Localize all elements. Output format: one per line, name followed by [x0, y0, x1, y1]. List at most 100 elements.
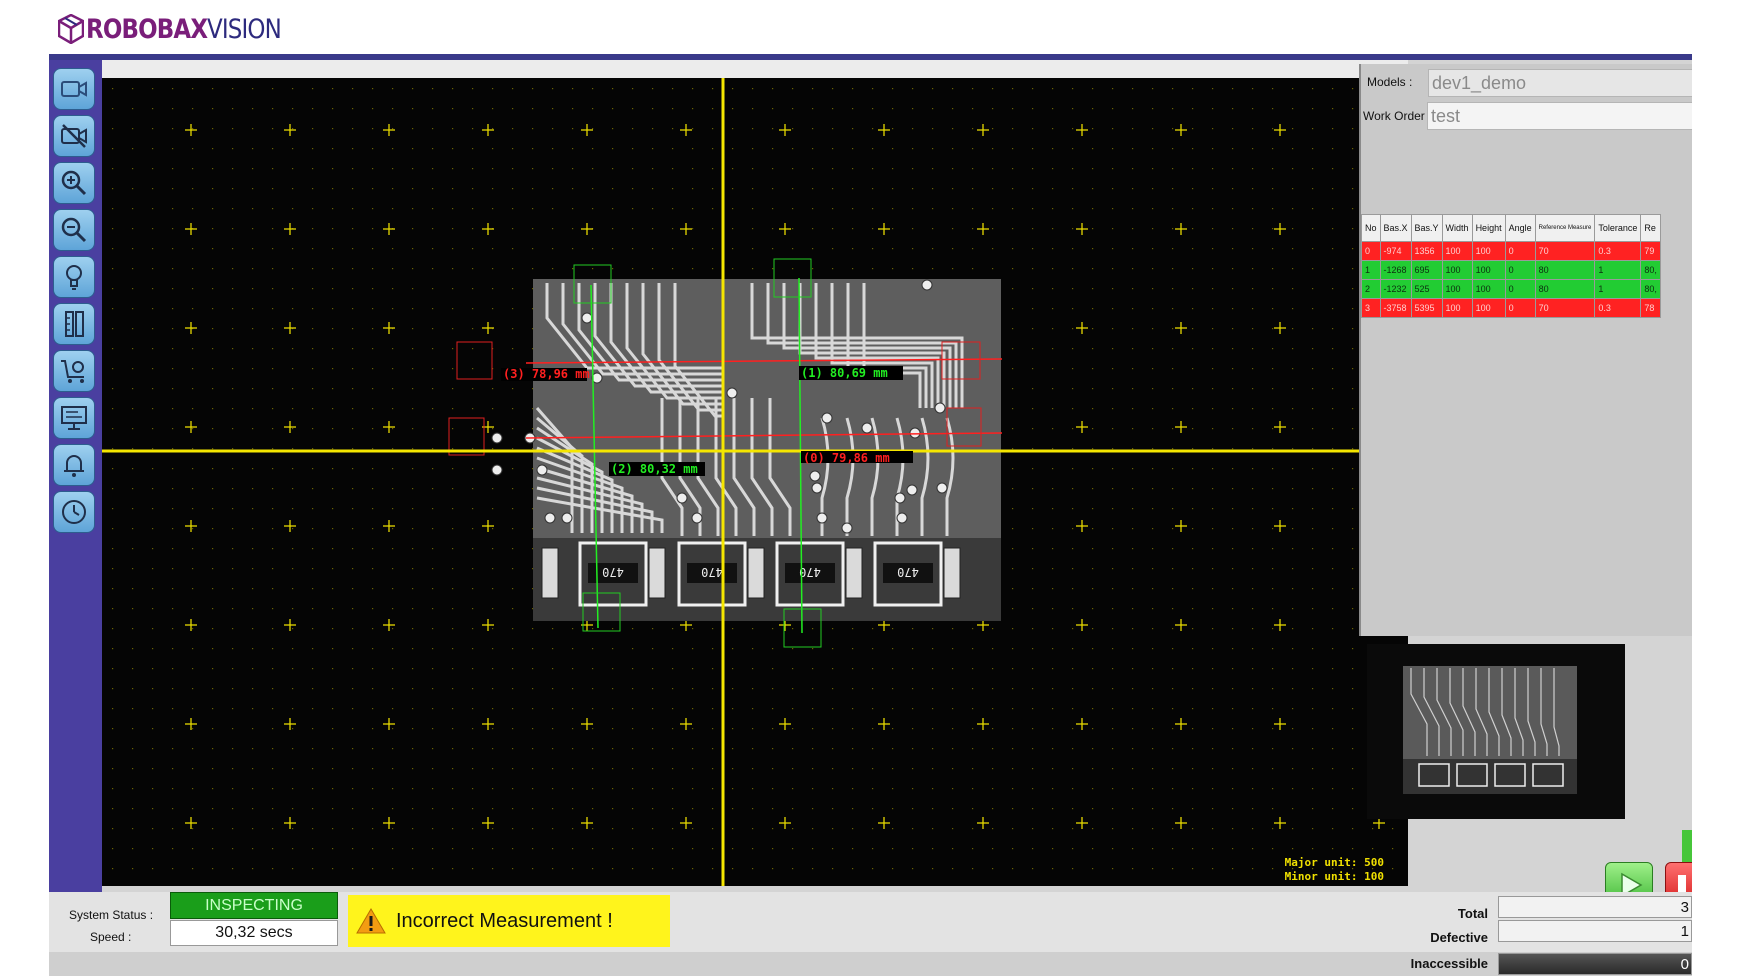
component-label: 470	[701, 565, 723, 579]
component-label: 470	[602, 565, 624, 579]
system-status-label: System Status :	[69, 908, 154, 922]
column-header[interactable]: Tolerance	[1594, 214, 1642, 242]
table-cell: 0.3	[1594, 298, 1642, 318]
table-cell: -1232	[1379, 279, 1412, 299]
camera-off-icon	[61, 124, 87, 148]
column-header[interactable]: Height	[1471, 214, 1506, 242]
column-header[interactable]: Re	[1640, 214, 1661, 242]
brand-suffix: VISION	[206, 13, 282, 45]
column-header[interactable]: Width	[1441, 214, 1473, 242]
speed-value: 30,32 secs	[170, 920, 338, 946]
inaccessible-label: Inaccessible	[1410, 956, 1488, 971]
monitor-button[interactable]	[53, 397, 95, 439]
zoom-out-icon	[61, 217, 87, 243]
component-label: 470	[897, 565, 919, 579]
history-button[interactable]	[53, 491, 95, 533]
cube-logo-icon	[58, 14, 84, 44]
table-row[interactable]: 2 -1232 525 100 100 0 80 1 80,	[1361, 279, 1661, 299]
total-value: 3	[1498, 896, 1692, 918]
table-cell: 0	[1361, 241, 1381, 261]
alert-banner: Incorrect Measurement !	[348, 895, 670, 947]
table-cell: 1	[1594, 279, 1642, 299]
warning-icon	[356, 908, 386, 934]
inspection-app: 470 470 470 470 (3) 78,96 mm (1) 80,69 m…	[49, 54, 1692, 976]
table-cell: 0	[1504, 260, 1536, 280]
table-cell: 100	[1471, 279, 1506, 299]
table-row[interactable]: 1 -1268 695 100 100 0 80 1 80,	[1361, 260, 1661, 280]
table-cell: 70	[1534, 298, 1596, 318]
table-cell: 1	[1594, 260, 1642, 280]
system-status-badge: INSPECTING	[170, 892, 338, 919]
light-button[interactable]	[53, 256, 95, 298]
monitor-icon	[61, 406, 87, 430]
table-row[interactable]: 3 -3758 5395 100 100 0 70 0.3 78	[1361, 298, 1661, 318]
table-cell: 80	[1534, 279, 1596, 299]
table-cell: 80	[1534, 260, 1596, 280]
table-cell: 2	[1361, 279, 1381, 299]
table-cell: -3758	[1379, 298, 1412, 318]
table-cell: -1268	[1379, 260, 1412, 280]
bottom-bar: Inaccessible 0	[49, 952, 1692, 976]
table-cell: 1356	[1410, 241, 1443, 261]
table-cell: 0	[1504, 241, 1536, 261]
table-cell: 100	[1471, 241, 1506, 261]
zoom-in-button[interactable]	[53, 162, 95, 204]
alert-text: Incorrect Measurement !	[396, 909, 613, 932]
camera-header-strip	[102, 60, 1408, 78]
total-label: Total	[1457, 906, 1488, 921]
camera-icon	[61, 81, 87, 97]
work-order-label: Work Order :	[1363, 109, 1432, 123]
measurement-table: No Bas.X Bas.Y Width Height Angle Reference Me…	[1361, 214, 1692, 318]
models-label: Models :	[1367, 75, 1413, 89]
table-cell: 100	[1471, 260, 1506, 280]
table-cell: 1	[1361, 260, 1381, 280]
measurement-label-0: (0) 79,86 mm	[803, 451, 890, 465]
column-header[interactable]: Bas.X	[1379, 214, 1412, 242]
ruler-button[interactable]	[53, 303, 95, 345]
column-header[interactable]: Reference Measure	[1534, 214, 1596, 242]
lightbulb-icon	[66, 265, 82, 290]
column-header[interactable]: Angle	[1504, 214, 1536, 242]
thumbnail-image	[1403, 666, 1577, 794]
brand-logo: ROBOBAX VISION	[58, 12, 294, 46]
cart-settings-button[interactable]	[53, 350, 95, 392]
table-cell: 0	[1504, 279, 1536, 299]
measurement-label-3: (3) 78,96 mm	[503, 367, 590, 381]
camera-view[interactable]: 470 470 470 470 (3) 78,96 mm (1) 80,69 m…	[102, 78, 1408, 886]
column-header[interactable]: Bas.Y	[1410, 214, 1443, 242]
table-cell: 525	[1410, 279, 1443, 299]
models-field[interactable]: dev1_demo	[1428, 69, 1692, 97]
scale-legend: Major unit: 500 Minor unit: 100	[1285, 856, 1384, 884]
table-cell: -974	[1379, 241, 1412, 261]
measurement-label-2: (2) 80,32 mm	[611, 462, 698, 476]
table-cell: 695	[1410, 260, 1443, 280]
speed-label: Speed :	[90, 930, 132, 944]
table-cell: 80,	[1640, 260, 1661, 280]
table-cell: 79	[1640, 241, 1661, 261]
minor-unit-text: Minor unit: 100	[1284, 870, 1384, 883]
table-row[interactable]: 0 -974 1356 100 100 0 70 0.3 79	[1361, 241, 1661, 261]
camera-overlay: 470 470 470 470 (3) 78,96 mm (1) 80,69 m…	[102, 78, 1408, 886]
table-cell: 70	[1534, 241, 1596, 261]
defective-value: 1	[1498, 920, 1692, 942]
table-cell: 100	[1471, 298, 1506, 318]
component-label: 470	[799, 565, 821, 579]
cart-settings-icon	[61, 360, 84, 383]
camera-off-button[interactable]	[53, 115, 95, 157]
work-order-field[interactable]: test	[1427, 102, 1692, 130]
clock-icon	[62, 500, 86, 524]
thumbnail-preview	[1367, 644, 1625, 819]
zoom-in-icon	[61, 170, 87, 196]
table-cell: 100	[1441, 279, 1473, 299]
zoom-out-button[interactable]	[53, 209, 95, 251]
table-cell: 80,	[1640, 279, 1661, 299]
table-cell: 100	[1441, 260, 1473, 280]
brand-name: ROBOBAX	[86, 13, 208, 45]
left-toolbar	[49, 60, 102, 892]
defective-label: Defective	[1430, 930, 1488, 945]
table-cell: 100	[1441, 298, 1473, 318]
table-cell: 0	[1504, 298, 1536, 318]
column-header[interactable]: No	[1361, 214, 1381, 242]
camera-button[interactable]	[53, 68, 95, 110]
notifications-button[interactable]	[53, 444, 95, 486]
